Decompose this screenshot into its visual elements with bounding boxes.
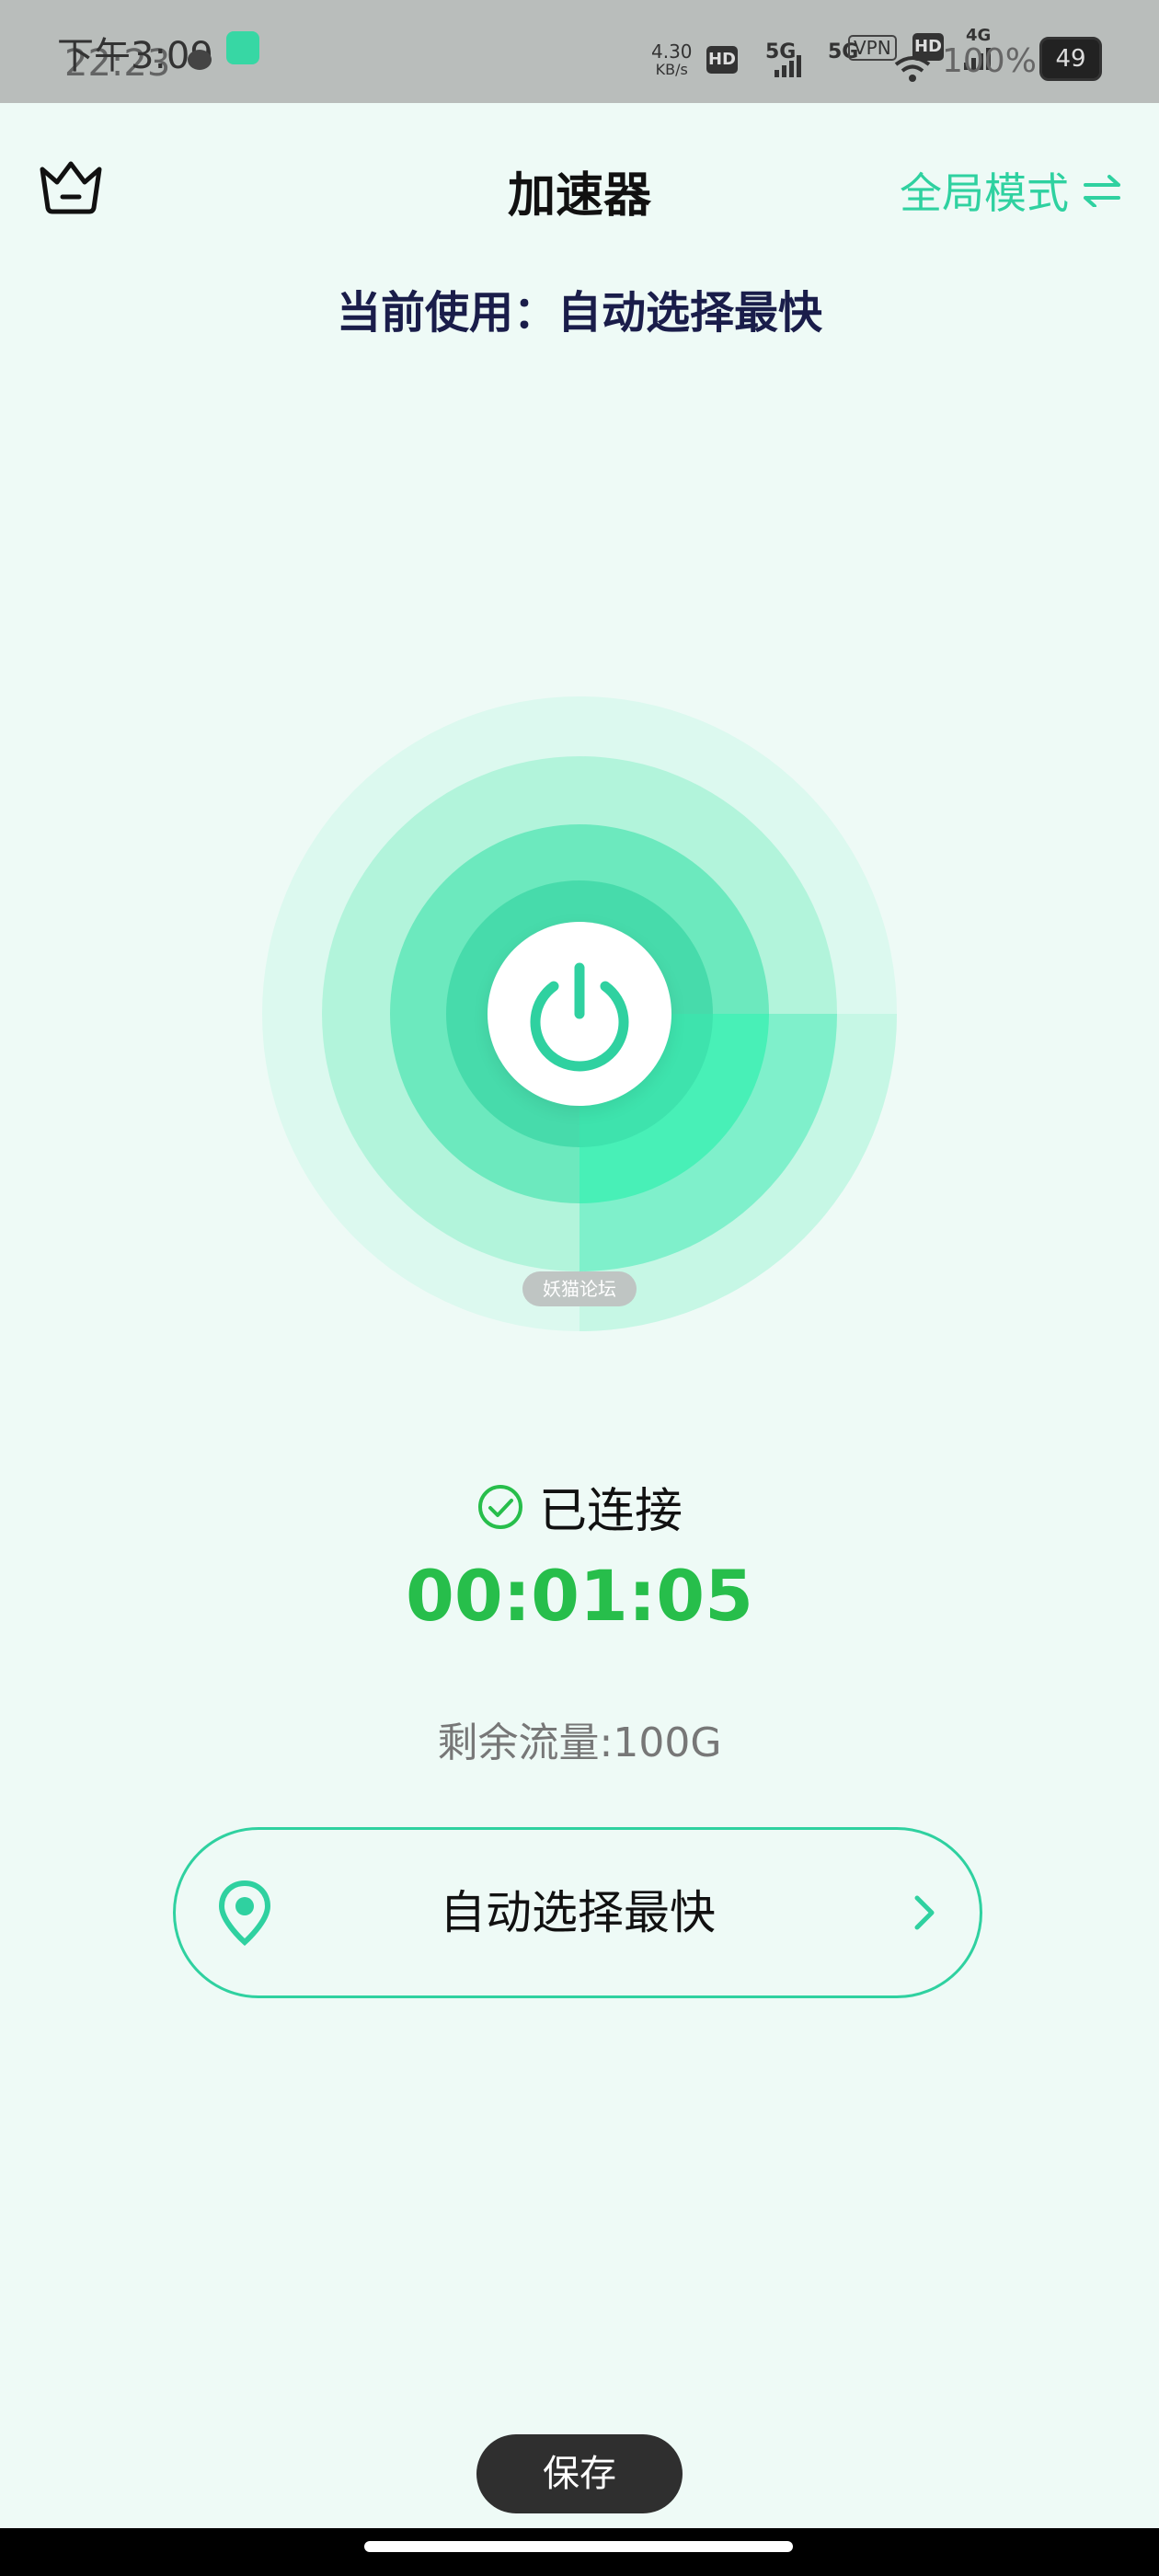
watermark: 妖猫论坛 [522, 1271, 637, 1306]
global-mode-label: 全局模式 [900, 168, 1069, 218]
remaining-traffic: 剩余流量:100G [437, 1719, 722, 1766]
battery-percent-overlay: 100% [942, 42, 1037, 80]
chevron-right-icon [908, 1885, 941, 1944]
server-select-label: 自动选择最快 [440, 1886, 716, 1939]
power-button[interactable] [488, 922, 671, 1106]
power-icon [530, 962, 629, 1072]
navigation-bar [0, 2528, 1159, 2576]
hd-badge-2: HD [912, 33, 944, 61]
wechat-notification-icon [188, 50, 212, 70]
battery-icon: 49 [1039, 37, 1102, 81]
current-server-label: 当前使用：自动选择最快 [336, 287, 822, 339]
global-mode-button[interactable]: 全局模式 [900, 160, 1122, 221]
connection-status-label: 已连接 [538, 1484, 683, 1539]
connection-status: 已连接 [0, 1472, 1159, 1541]
status-bar: 22:23 下午3:09 4.30 KB/s HD 5G 5G VPN HD 4… [0, 0, 1159, 103]
power-ripple [258, 692, 901, 1336]
check-circle-icon [477, 1484, 522, 1529]
swap-arrows-icon [1084, 175, 1120, 207]
network-speed-unit: KB/s [655, 61, 688, 78]
network-speed-value: 4.30 [651, 40, 693, 63]
app-notification-icon [226, 31, 259, 64]
save-button[interactable]: 保存 [476, 2434, 683, 2513]
hd-badge: HD [706, 46, 738, 74]
signal-bars-icon [775, 55, 801, 77]
server-select-button[interactable]: 自动选择最快 [173, 1827, 982, 1998]
network-speed: 4.30 KB/s [651, 42, 693, 79]
elapsed-timer: 00:01:05 [405, 1555, 754, 1637]
vpn-badge: VPN [848, 35, 897, 61]
home-indicator[interactable] [364, 2541, 793, 2552]
